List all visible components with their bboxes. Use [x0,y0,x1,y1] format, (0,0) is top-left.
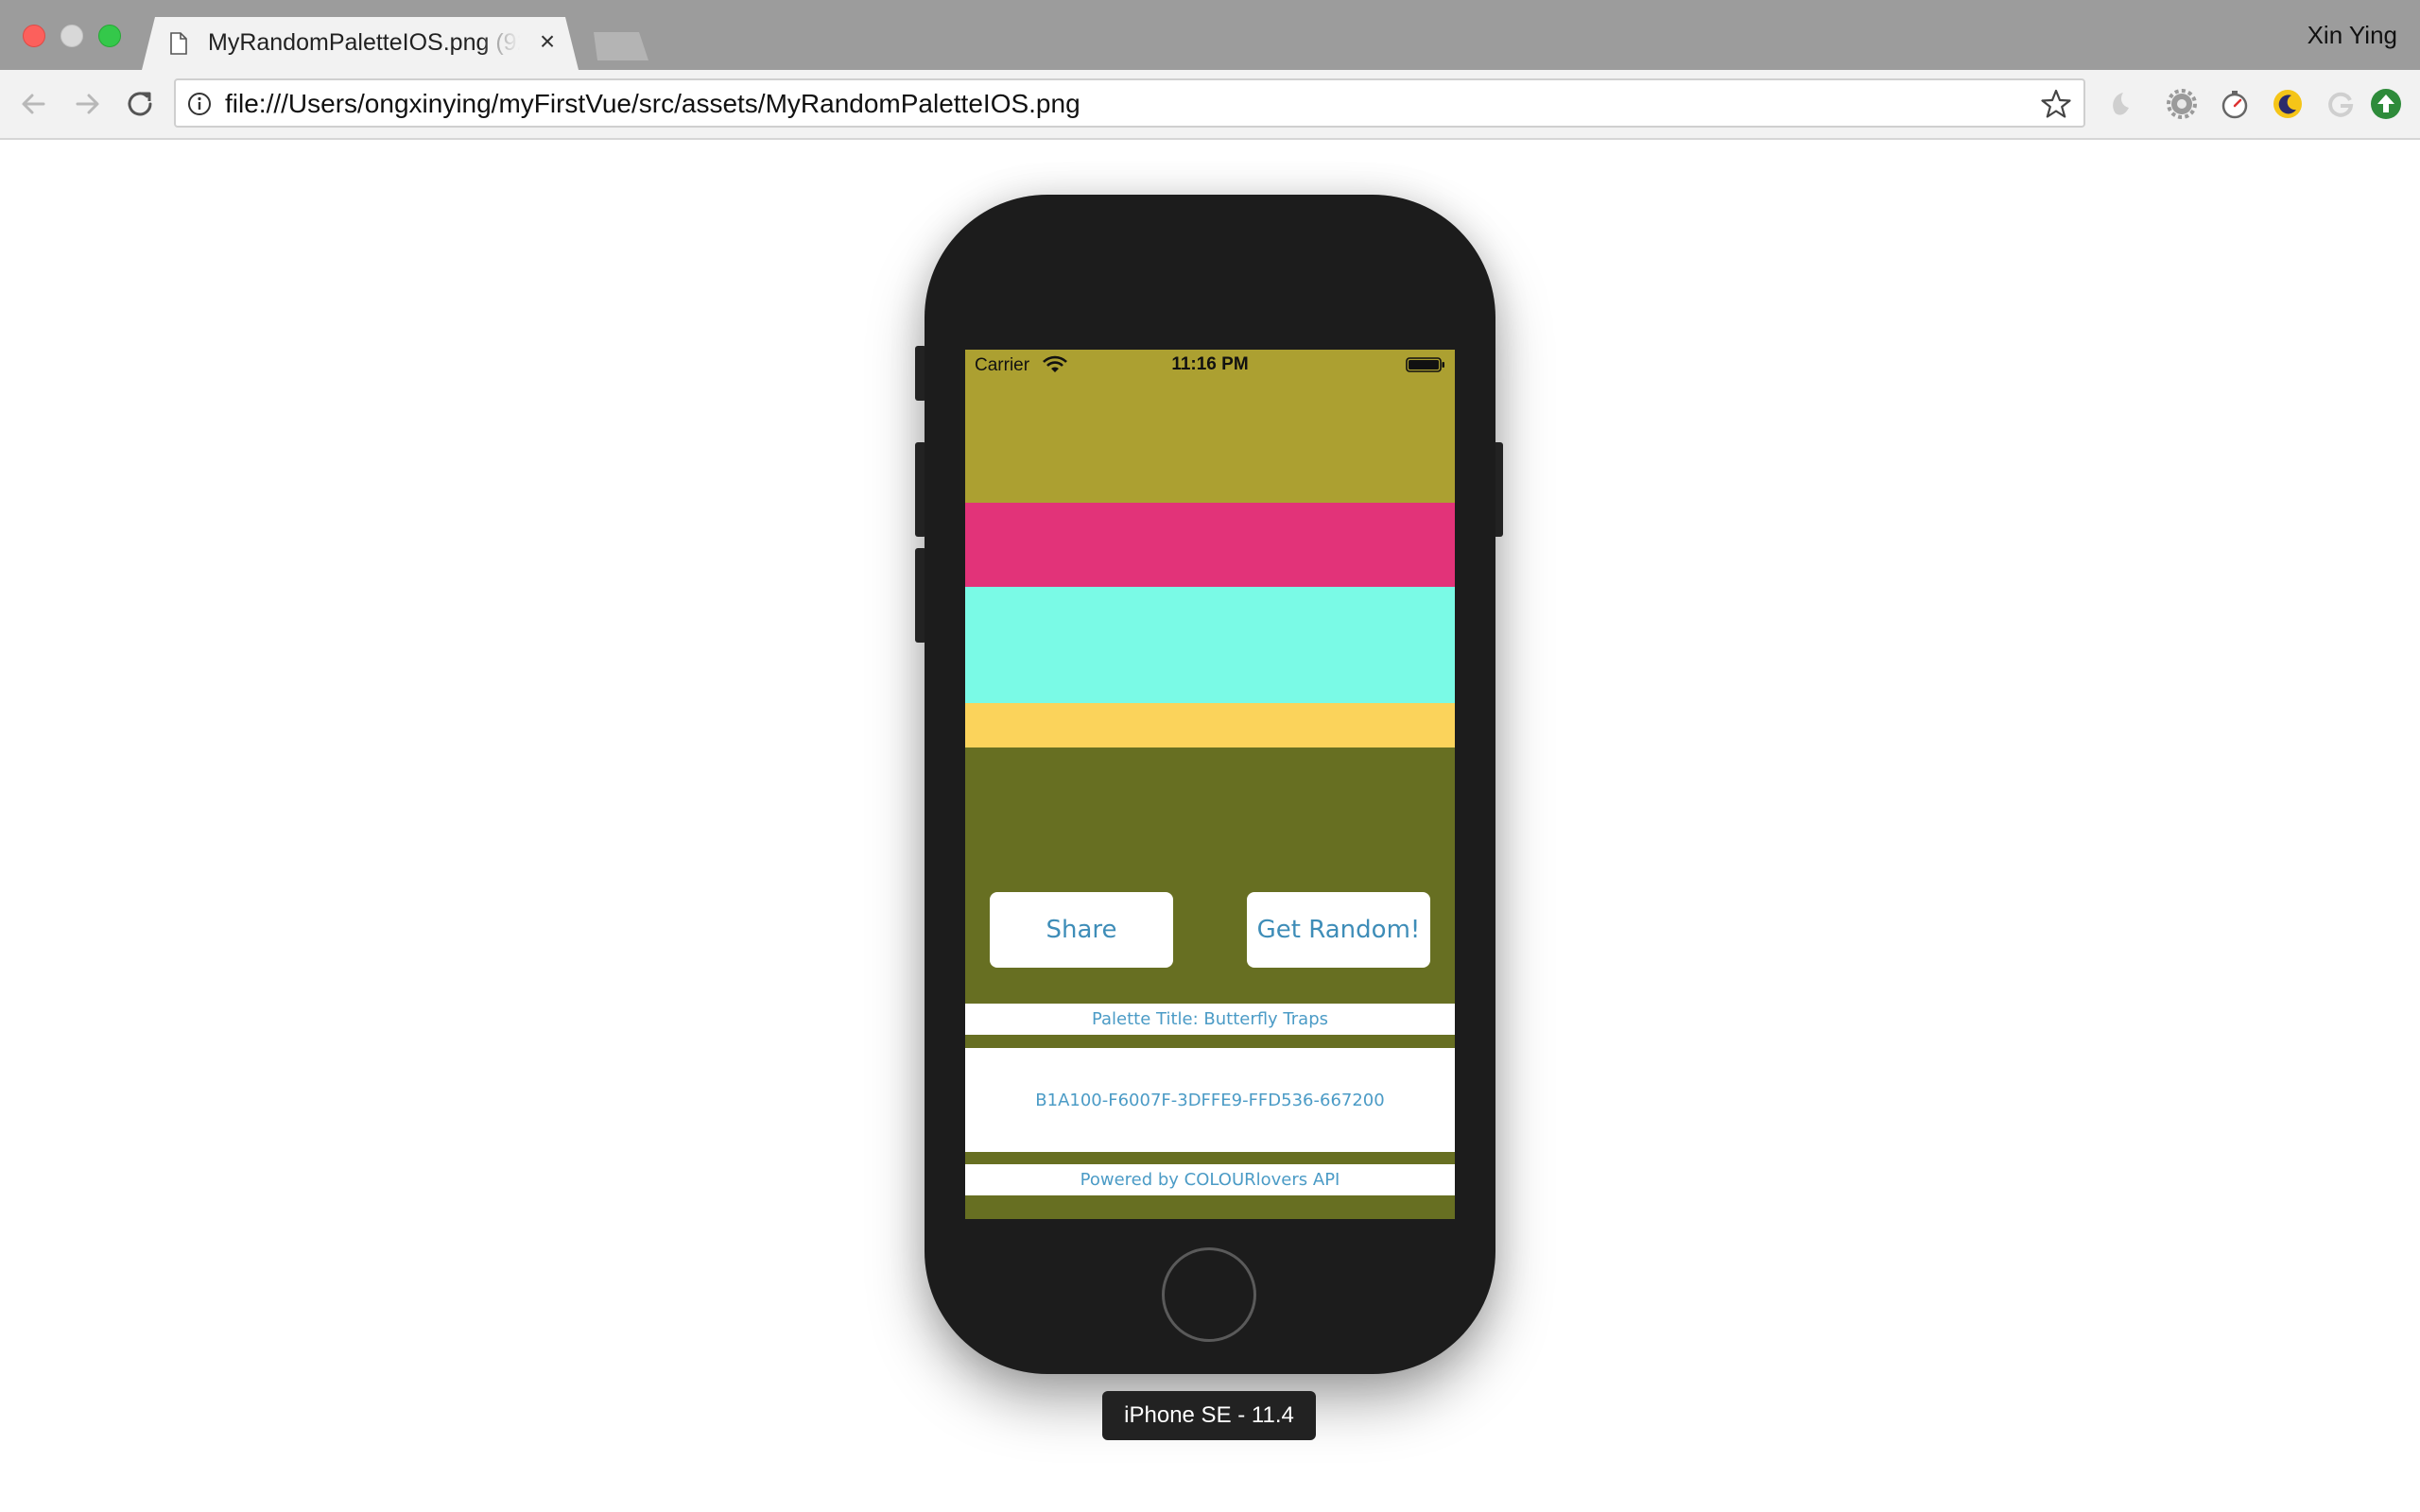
palette-title-label: Palette Title: Butterfly Traps [965,1004,1455,1035]
back-button[interactable] [15,85,53,123]
back-arrow-icon [22,94,45,114]
night-mode-icon[interactable] [2271,87,2305,121]
forward-arrow-icon [76,94,99,114]
browser-titlebar: MyRandomPaletteIOS.png (92 × Xin Ying [0,0,2420,70]
palette-code-label: B1A100-F6007F-3DFFE9-FFD536-667200 [965,1048,1455,1152]
palette-color-3 [965,587,1455,703]
app-screen: Carrier 11:16 PM Share Get Random! Palet… [965,350,1455,1219]
palette-color-2 [965,503,1455,587]
tab-title: MyRandomPaletteIOS.png (92 [208,29,520,58]
address-bar[interactable]: file:///Users/ongxinying/myFirstVue/src/… [174,78,2085,128]
home-button[interactable] [1162,1247,1256,1342]
get-random-button[interactable]: Get Random! [1247,892,1430,968]
tab-title-text: MyRandomPaletteIOS.png [208,29,490,56]
settings-gear-icon[interactable] [2165,87,2199,121]
profile-name[interactable]: Xin Ying [2308,21,2397,50]
window-maximize-button[interactable] [98,25,121,47]
google-g-icon[interactable] [2324,87,2358,121]
info-icon[interactable] [187,92,212,116]
device-label: iPhone SE - 11.4 [1102,1391,1316,1440]
forward-button[interactable] [68,85,106,123]
new-tab-button[interactable] [594,32,648,60]
bookmark-star-icon[interactable] [2040,88,2072,120]
extension-gray-icon[interactable] [2104,87,2138,121]
tab-close-button[interactable]: × [533,27,562,56]
status-time: 11:16 PM [1171,354,1249,374]
update-arrow-icon[interactable] [2369,87,2403,121]
tab-active[interactable]: MyRandomPaletteIOS.png (92 × [142,17,579,70]
browser-toolbar: file:///Users/ongxinying/myFirstVue/src/… [0,70,2420,140]
powered-by-label: Powered by COLOURlovers API [965,1164,1455,1195]
tab-title-size: (92 [495,29,520,56]
window-minimize-button[interactable] [60,25,83,47]
reload-button[interactable] [121,85,159,123]
battery-icon [1406,357,1444,372]
reload-icon [128,92,152,116]
url-text[interactable]: file:///Users/ongxinying/myFirstVue/src/… [225,89,1080,119]
window-close-button[interactable] [23,25,45,47]
document-icon [170,32,187,55]
share-button[interactable]: Share [990,892,1173,968]
timer-icon[interactable] [2218,87,2252,121]
palette-color-4 [965,703,1455,747]
